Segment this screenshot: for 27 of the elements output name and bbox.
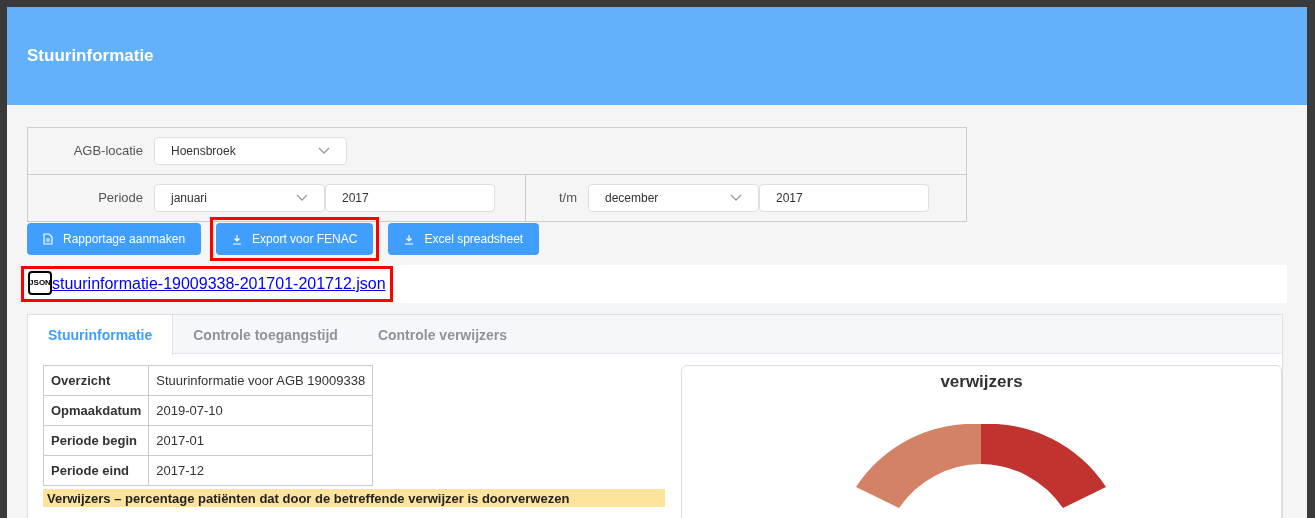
chart-title: verwijzers: [940, 371, 1023, 393]
document-icon: [43, 233, 53, 245]
select-field[interactable]: december: [588, 184, 759, 212]
select-field[interactable]: januari: [154, 184, 325, 212]
table-cell: 2017-12: [148, 455, 373, 486]
select-field[interactable]: Hoensbroek: [154, 137, 347, 165]
table-cell: Periode eind: [43, 455, 149, 486]
table-cell: Overzicht: [43, 365, 149, 396]
chevron-icon: [730, 194, 742, 202]
chevron-icon: [296, 194, 308, 202]
table-cell: Stuurinformatie voor AGB 19009338: [148, 365, 373, 396]
field-label: t/m: [557, 189, 578, 208]
download-link[interactable]: stuurinformatie-19009338-201701-201712.json: [52, 272, 386, 296]
table-cell: Opmaakdatum: [43, 395, 149, 426]
input-field[interactable]: 2017: [759, 184, 929, 212]
download-icon: [404, 233, 415, 245]
download-icon: [232, 233, 243, 245]
page-title: Stuurinformatie: [27, 45, 154, 68]
json-file-icon: JSON: [28, 271, 52, 295]
chevron-icon: [318, 147, 330, 155]
field-label: Periode: [97, 189, 144, 208]
table-cell: 2019-07-10: [148, 395, 373, 426]
input-field[interactable]: 2017: [325, 184, 495, 212]
notice-banner: Verwijzers – percentage patiënten dat door de betreffende verwijzer is doorverwezen: [43, 489, 665, 507]
table-cell: Periode begin: [43, 425, 149, 456]
field-label: AGB-locatie: [72, 142, 144, 161]
table-cell: 2017-01: [148, 425, 373, 456]
